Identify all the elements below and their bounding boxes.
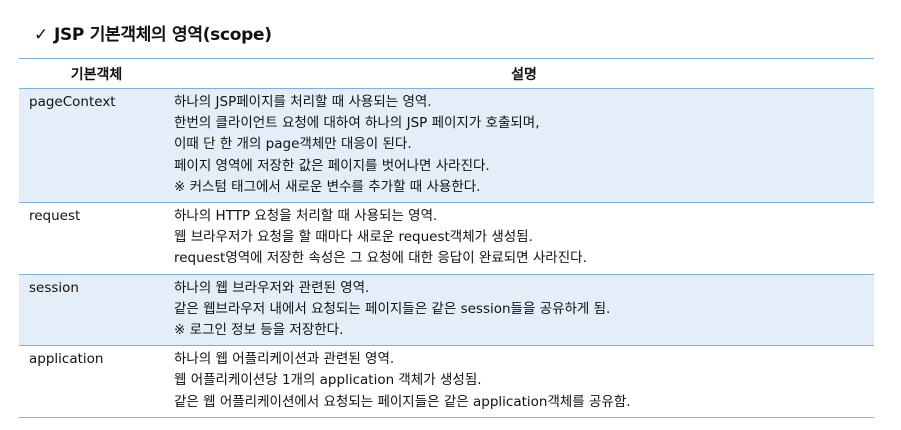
table-row-pagecontext: pageContext 하나의 JSP페이지를 처리할 때 사용되는 영역. 한… [19,88,874,204]
description-line: ※ 커스텀 태그에서 새로운 변수를 추가할 때 사용한다. [174,178,481,195]
object-name: request [19,202,174,275]
object-description: 하나의 JSP페이지를 처리할 때 사용되는 영역. 한번의 클라이언트 요청에… [174,88,874,204]
description-line: ※ 로그인 정보 등을 저장한다. [174,322,344,339]
object-name: pageContext [19,88,174,204]
table-header-row: 기본객체 설명 [19,58,874,89]
description-line: 하나의 HTTP 요청을 처리할 때 사용되는 영역. [174,208,438,225]
object-name: session [19,274,174,347]
header-basic-object: 기본객체 [19,58,174,89]
object-description: 하나의 웹 브라우저와 관련된 영역. 같은 웹브라우저 내에서 요청되는 페이… [174,274,874,347]
scope-table: 기본객체 설명 pageContext 하나의 JSP페이지를 처리할 때 사용… [19,58,874,418]
description-line: 웹 어플리케이션당 1개의 application 객체가 생성됨. [174,372,482,389]
description-line: 같은 웹 어플리케이션에서 요청되는 페이지들은 같은 application객… [174,393,631,410]
section-title: JSP 기본객체의 영역(scope) [53,25,272,45]
description-line: 이때 단 한 개의 page객체만 대응이 된다. [174,136,412,153]
table-row-session: session 하나의 웹 브라우저와 관련된 영역. 같은 웹브라우저 내에서… [19,274,874,347]
section-heading: ✓ JSP 기본객체의 영역(scope) [34,20,272,45]
checkmark-icon: ✓ [34,25,48,45]
description-line: request영역에 저장한 속성은 그 요청에 대한 응답이 완료되면 사라진… [174,250,587,267]
description-line: 하나의 웹 어플리케이션과 관련된 영역. [174,351,395,368]
description-line: 웹 브라우저가 요청을 할 때마다 새로운 request객체가 생성됨. [174,229,533,246]
object-name: application [19,345,174,418]
object-description: 하나의 HTTP 요청을 처리할 때 사용되는 영역. 웹 브라우저가 요청을 … [174,202,874,275]
table-row-request: request 하나의 HTTP 요청을 처리할 때 사용되는 영역. 웹 브라… [19,202,874,275]
description-line: 같은 웹브라우저 내에서 요청되는 페이지들은 같은 session들을 공유하… [174,300,611,317]
description-line: 페이지 영역에 저장한 값은 페이지를 벗어나면 사라진다. [174,157,490,174]
header-description: 설명 [174,58,874,89]
description-line: 하나의 웹 브라우저와 관련된 영역. [174,279,370,296]
object-description: 하나의 웹 어플리케이션과 관련된 영역. 웹 어플리케이션당 1개의 appl… [174,345,874,418]
description-line: 한번의 클라이언트 요청에 대하여 하나의 JSP 페이지가 호출되며, [174,115,540,132]
description-line: 하나의 JSP페이지를 처리할 때 사용되는 영역. [174,94,432,110]
table-row-application: application 하나의 웹 어플리케이션과 관련된 영역. 웹 어플리케… [19,345,874,418]
